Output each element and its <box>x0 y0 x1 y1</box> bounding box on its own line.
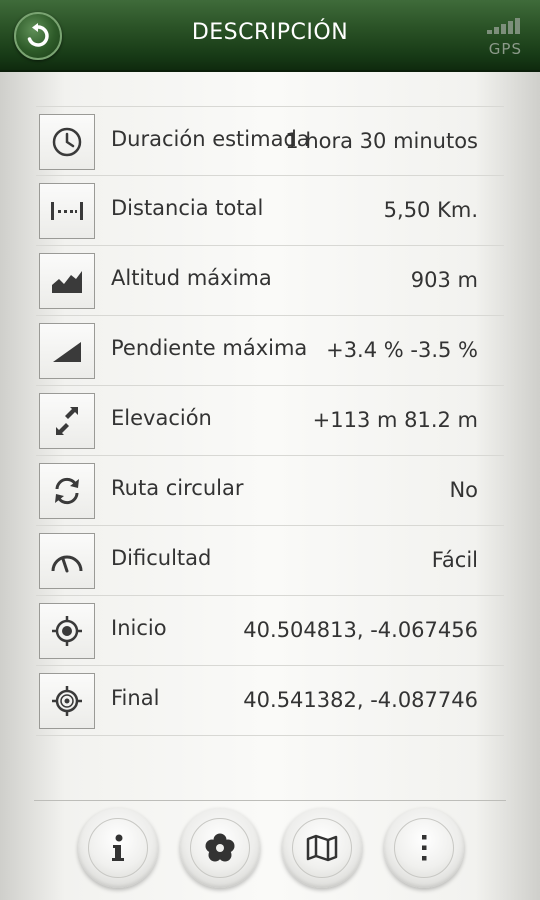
detail-value: 5,50 Km. <box>383 198 478 222</box>
detail-label: Duración estimada <box>111 127 310 151</box>
detail-value: Fácil <box>431 548 478 572</box>
detail-row-slope: Pendiente máxima +3.4 % -3.5 % <box>36 316 504 386</box>
distance-icon <box>39 183 95 239</box>
detail-value: +3.4 % -3.5 % <box>326 338 478 362</box>
photos-button[interactable] <box>180 808 260 888</box>
toolbar-divider <box>34 800 506 801</box>
detail-row-start: Inicio 40.504813, -4.067456 <box>36 596 504 666</box>
detail-value: +113 m 81.2 m <box>312 408 478 432</box>
detail-value: No <box>449 478 478 502</box>
more-button[interactable] <box>384 808 464 888</box>
detail-value: 1 hora 30 minutos <box>285 129 478 153</box>
detail-label: Inicio <box>111 616 167 640</box>
detail-row-duration: Duración estimada 1 hora 30 minutos <box>36 106 504 176</box>
detail-label: Ruta circular <box>111 476 244 500</box>
circular-route-icon <box>39 463 95 519</box>
gps-indicator: GPS <box>480 18 522 58</box>
route-details-list: Duración estimada 1 hora 30 minutos Dist… <box>36 106 504 736</box>
detail-value: 40.541382, -4.087746 <box>243 688 478 712</box>
gps-label: GPS <box>488 40 522 58</box>
info-icon <box>112 834 124 861</box>
elevation-icon <box>39 393 95 449</box>
detail-row-circular: Ruta circular No <box>36 456 504 526</box>
detail-label: Distancia total <box>111 196 264 220</box>
detail-row-difficulty: Dificultad Fácil <box>36 526 504 596</box>
detail-label: Elevación <box>111 406 212 430</box>
map-button[interactable] <box>282 808 362 888</box>
flower-icon <box>205 833 235 862</box>
detail-label: Dificultad <box>111 546 212 570</box>
detail-row-distance: Distancia total 5,50 Km. <box>36 176 504 246</box>
map-icon <box>306 834 338 862</box>
header-bar: DESCRIPCIÓN GPS <box>0 0 540 72</box>
detail-row-end: Final 40.541382, -4.087746 <box>36 666 504 736</box>
detail-label: Altitud máxima <box>111 266 272 290</box>
altitude-icon <box>39 253 95 309</box>
info-button[interactable] <box>78 808 158 888</box>
start-target-icon <box>39 603 95 659</box>
detail-value: 903 m <box>410 268 478 292</box>
detail-row-elevation: Elevación +113 m 81.2 m <box>36 386 504 456</box>
detail-label: Pendiente máxima <box>111 336 308 360</box>
detail-label: Final <box>111 686 160 710</box>
bottom-toolbar <box>78 808 468 888</box>
more-icon <box>422 835 427 861</box>
detail-value: 40.504813, -4.067456 <box>243 618 478 642</box>
difficulty-icon <box>39 533 95 589</box>
gps-signal-icon <box>487 18 520 34</box>
clock-icon <box>39 114 95 170</box>
end-target-icon <box>39 673 95 729</box>
slope-icon <box>39 323 95 379</box>
page-title: DESCRIPCIÓN <box>191 20 349 45</box>
detail-row-altitude: Altitud máxima 903 m <box>36 246 504 316</box>
